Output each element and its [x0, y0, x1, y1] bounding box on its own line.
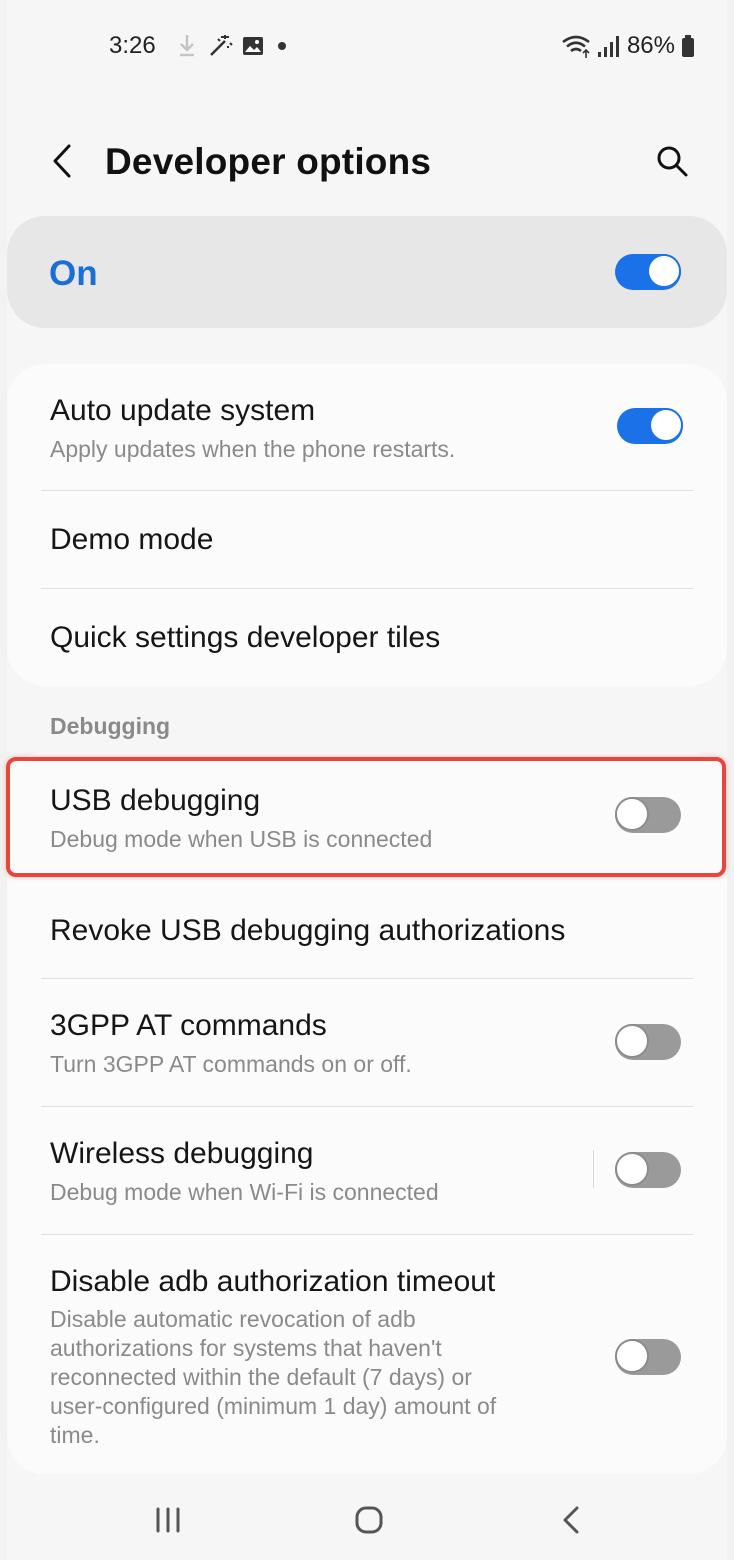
system-icons: 86%	[561, 30, 695, 62]
row-title: Demo mode	[50, 523, 214, 556]
wireless-debugging-toggle[interactable]	[615, 1152, 681, 1188]
subtitle-line: time.	[50, 1422, 100, 1448]
search-icon	[657, 146, 688, 177]
status-time: 3:26	[109, 32, 156, 59]
row-subtitle: Debug mode when Wi-Fi is connected	[50, 1179, 439, 1205]
back-button[interactable]	[37, 136, 87, 186]
home-icon	[355, 1506, 383, 1534]
recents-button[interactable]	[138, 1496, 198, 1544]
auto-update-toggle[interactable]	[617, 408, 683, 444]
toggle-knob	[649, 408, 683, 442]
back-icon	[563, 1506, 579, 1534]
vertical-separator	[593, 1150, 594, 1188]
home-button[interactable]	[339, 1496, 399, 1544]
row-subtitle: Disable automatic revocation of adb auth…	[50, 1305, 496, 1450]
app-bar: Developer options	[7, 120, 727, 204]
battery-percent: 86%	[626, 32, 675, 59]
auto-update-system-row[interactable]: Auto update system Apply updates when th…	[7, 364, 727, 490]
quick-settings-tiles-row[interactable]: Quick settings developer tiles	[7, 589, 727, 686]
page-title: Developer options	[105, 141, 432, 182]
master-switch-bar[interactable]: On	[7, 216, 727, 328]
row-subtitle: Turn 3GPP AT commands on or off.	[50, 1051, 412, 1077]
screen: 3:26 86% Developer options On Auto updat…	[6, 0, 727, 1560]
row-title: 3GPP AT commands	[50, 1009, 327, 1042]
general-settings-card: Auto update system Apply updates when th…	[7, 364, 727, 686]
wifi-icon	[562, 35, 590, 58]
3gpp-at-commands-toggle[interactable]	[615, 1024, 681, 1060]
row-title: Revoke USB debugging authorizations	[50, 914, 566, 947]
row-title: Disable adb authorization timeout	[50, 1265, 496, 1298]
toggle-knob	[615, 1152, 649, 1186]
subtitle-line: Disable automatic revocation of adb	[50, 1306, 416, 1332]
row-title: Quick settings developer tiles	[50, 621, 441, 654]
master-switch-label: On	[49, 254, 98, 293]
section-header-debugging: Debugging	[50, 713, 171, 739]
navigation-bar	[7, 1478, 727, 1560]
search-button[interactable]	[647, 136, 697, 186]
download-icon	[180, 35, 194, 57]
usb-debugging-highlight	[6, 757, 726, 877]
demo-mode-row[interactable]: Demo mode	[7, 491, 727, 588]
back-nav-button[interactable]	[541, 1496, 601, 1544]
status-bar: 3:26 86%	[7, 0, 727, 92]
magic-wand-icon	[210, 35, 233, 56]
disable-adb-timeout-row[interactable]: Disable adb authorization timeout Disabl…	[7, 1235, 727, 1474]
recents-icon	[156, 1507, 180, 1533]
signal-icon	[597, 36, 619, 57]
chevron-left-icon	[53, 144, 71, 178]
notification-icons	[177, 32, 291, 60]
wireless-debugging-row[interactable]: Wireless debugging Debug mode when Wi-Fi…	[7, 1107, 727, 1234]
toggle-knob	[615, 1024, 649, 1058]
subtitle-line: reconnected within the default (7 days) …	[50, 1364, 472, 1390]
row-title: Auto update system	[50, 394, 316, 427]
toggle-knob	[647, 254, 681, 288]
3gpp-at-commands-row[interactable]: 3GPP AT commands Turn 3GPP AT commands o…	[7, 979, 727, 1106]
dot-icon	[278, 42, 286, 50]
subtitle-line: authorizations for systems that haven't	[50, 1335, 442, 1361]
subtitle-line: user-configured (minimum 1 day) amount o…	[50, 1393, 497, 1419]
revoke-usb-authorizations-row[interactable]: Revoke USB debugging authorizations	[7, 878, 727, 978]
image-icon	[243, 37, 263, 55]
row-subtitle: Apply updates when the phone restarts.	[50, 436, 456, 462]
row-title: Wireless debugging	[50, 1137, 314, 1170]
master-toggle[interactable]	[615, 254, 681, 290]
disable-adb-timeout-toggle[interactable]	[615, 1339, 681, 1375]
toggle-knob	[615, 1339, 649, 1373]
battery-icon	[682, 35, 694, 57]
